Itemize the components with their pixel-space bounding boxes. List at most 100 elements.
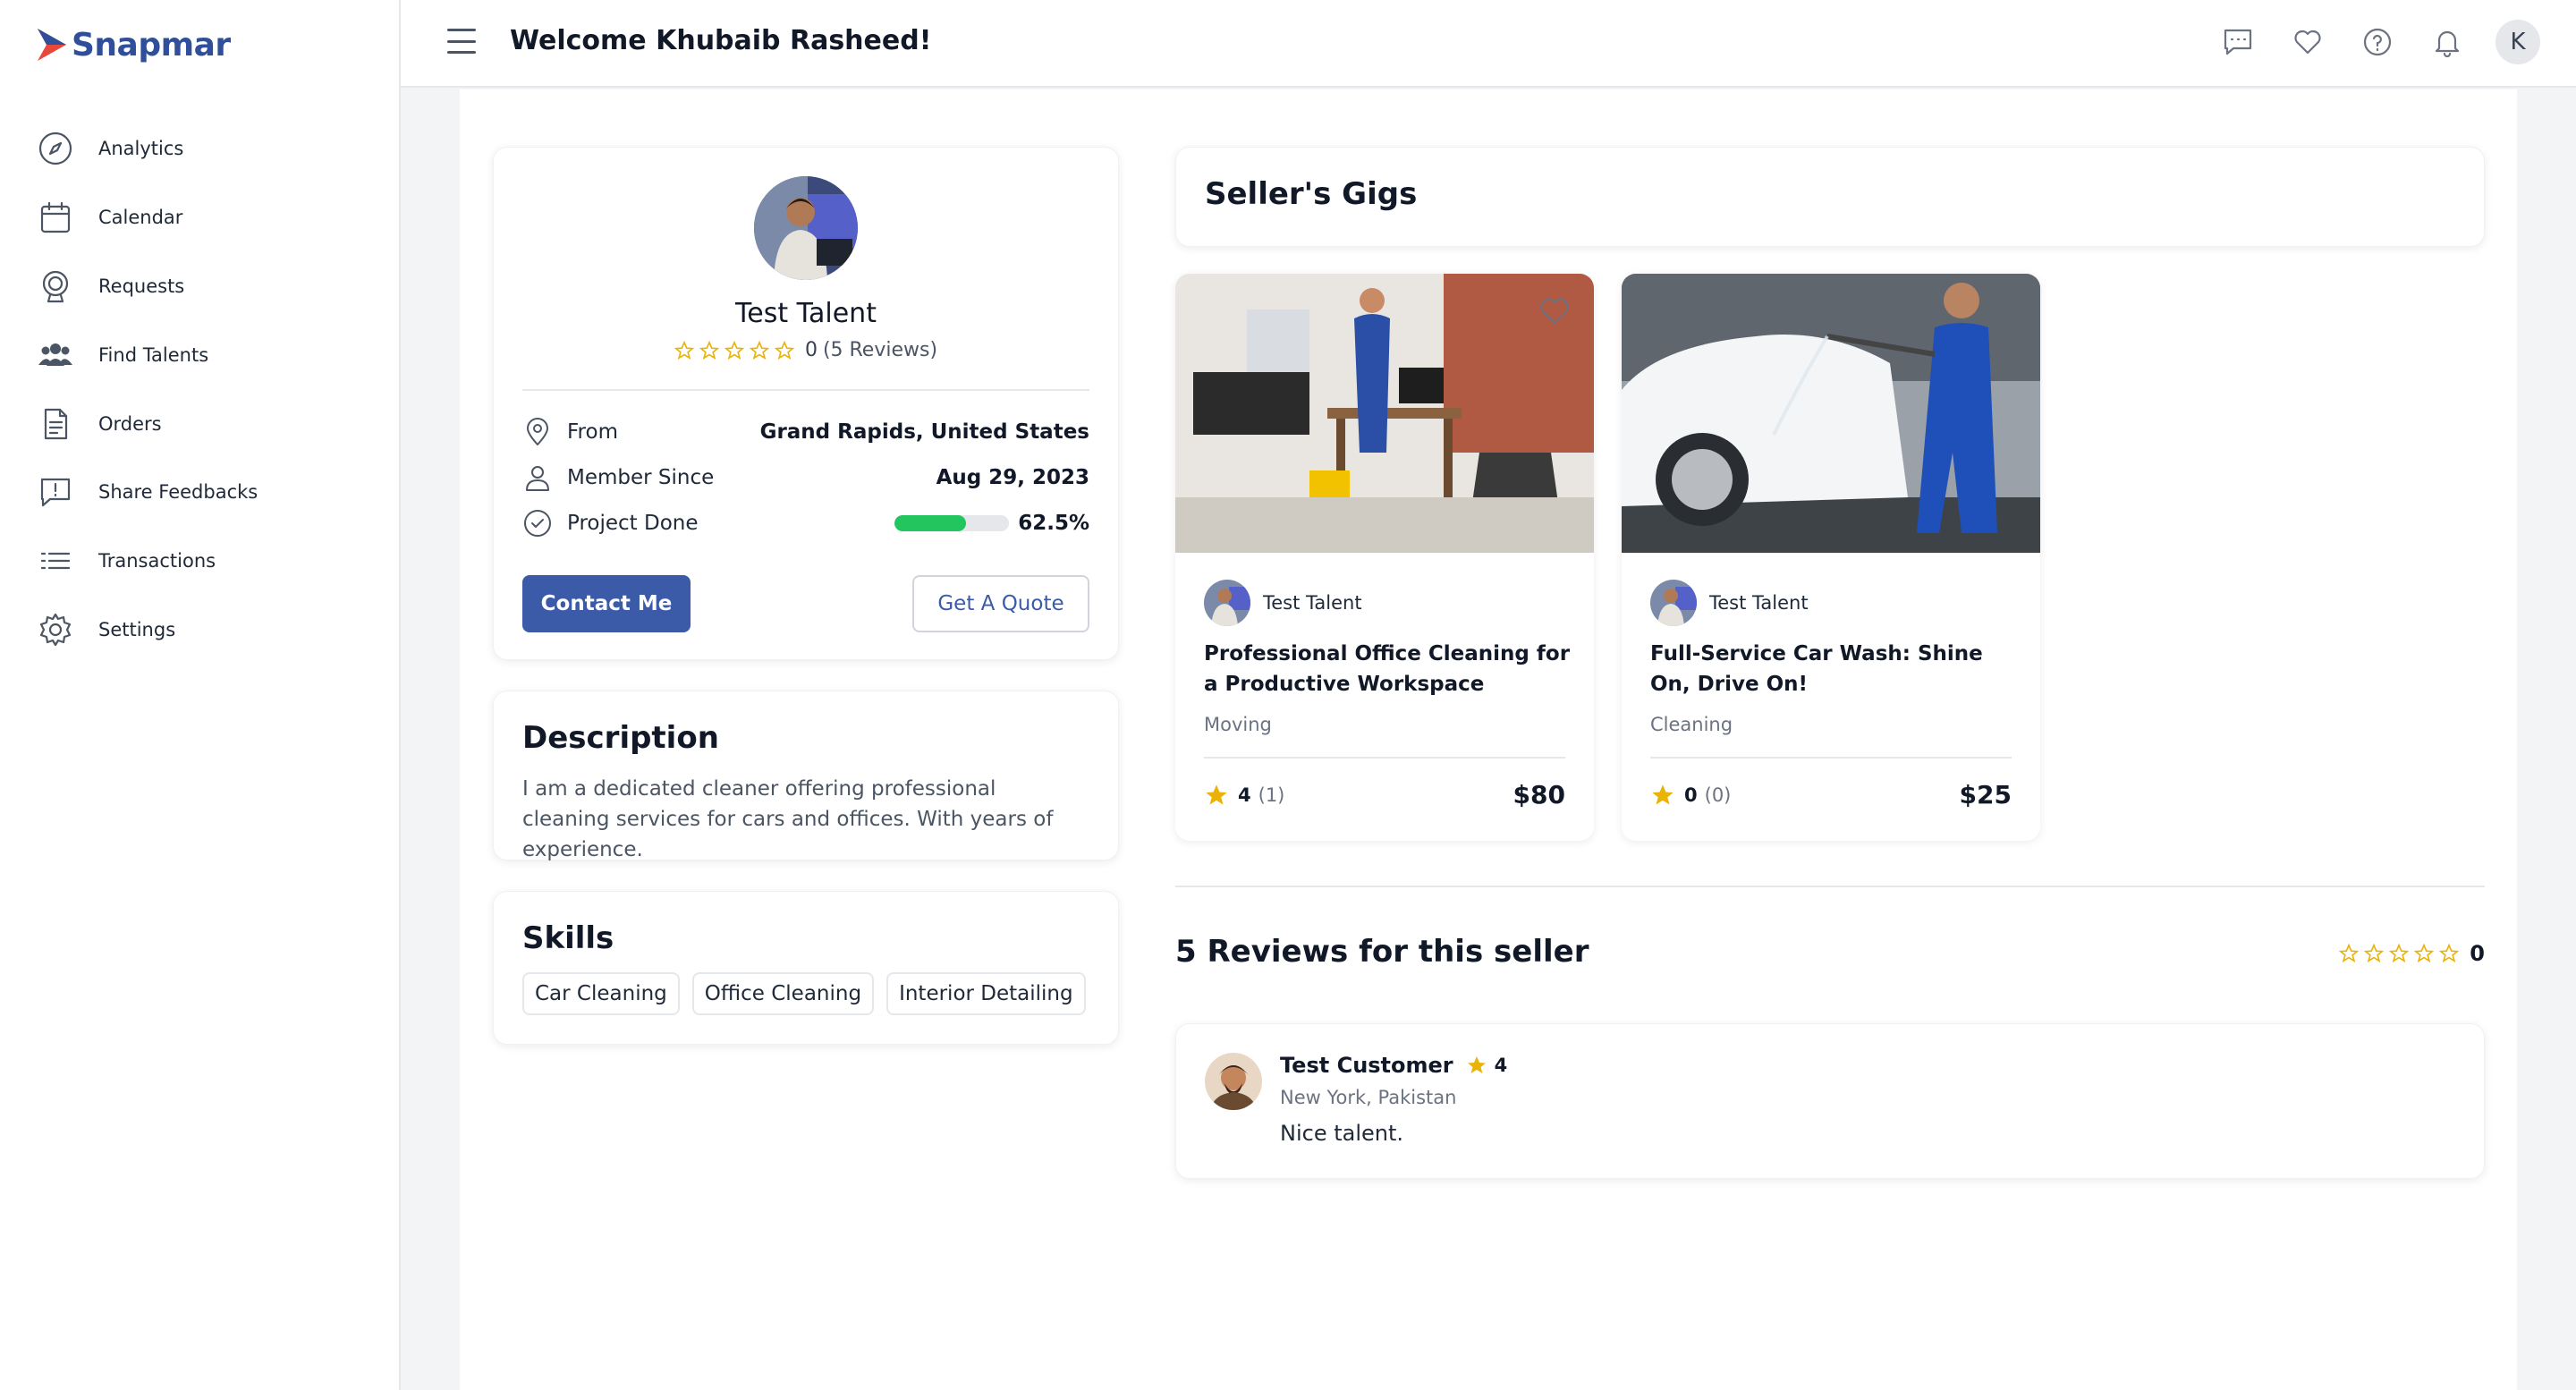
top-bar: Welcome Khubaib Rasheed! K	[401, 0, 2576, 88]
sidebar-item-find-talents[interactable]: Find Talents	[36, 320, 258, 389]
from-value: Grand Rapids, United States	[759, 420, 1089, 444]
sidebar-item-label: Analytics	[98, 138, 184, 160]
gig-seller: Test Talent	[1650, 580, 1809, 626]
review-card: Test Customer 4 New York, Pakistan Nice …	[1175, 1023, 2485, 1179]
gig-image	[1175, 274, 1594, 553]
compass-icon	[36, 129, 75, 168]
brand-name: Snapmar	[72, 26, 231, 64]
user-icon	[522, 462, 553, 493]
orders-icon	[36, 404, 75, 444]
sidebar-item-orders[interactable]: Orders	[36, 389, 258, 458]
bell-icon[interactable]	[2426, 21, 2469, 64]
gig-title[interactable]: Professional Office Cleaning for a Produ…	[1204, 639, 1571, 699]
sidebar-item-settings[interactable]: Settings	[36, 596, 258, 665]
member-since-label: Member Since	[567, 466, 715, 489]
sidebar-item-label: Transactions	[98, 550, 216, 572]
seller-avatar	[1650, 580, 1697, 626]
gig-rating: 0	[1684, 784, 1698, 806]
brand-logo[interactable]: Snapmar	[36, 25, 231, 64]
top-actions: K	[2216, 20, 2540, 64]
people-icon	[36, 335, 75, 375]
sidebar-item-share-feedbacks[interactable]: Share Feedbacks	[36, 458, 258, 527]
star-outline-icon	[2339, 944, 2360, 963]
gig-review-count: (1)	[1258, 784, 1285, 806]
reviewer-name: Test Customer	[1280, 1053, 1453, 1078]
gigs-title: Seller's Gigs	[1205, 176, 1418, 212]
menu-icon[interactable]	[447, 29, 476, 54]
star-filled-icon	[1467, 1056, 1486, 1073]
sidebar-item-label: Settings	[98, 618, 176, 640]
from-label: From	[567, 420, 618, 444]
star-outline-icon	[2389, 944, 2410, 963]
list-icon	[36, 541, 75, 581]
sidebar-item-calendar[interactable]: Calendar	[36, 183, 258, 252]
seller-name: Test Talent	[1709, 592, 1809, 614]
description-title: Description	[522, 720, 719, 756]
requests-icon	[36, 267, 75, 306]
gigs-header: Seller's Gigs	[1175, 147, 2485, 247]
gig-review-count: (0)	[1704, 784, 1732, 806]
seller-name: Test Talent	[1263, 592, 1362, 614]
feedback-icon	[36, 472, 75, 512]
gig-price: $25	[1959, 780, 2012, 809]
star-outline-icon	[2364, 944, 2385, 963]
sidebar-item-transactions[interactable]: Transactions	[36, 527, 258, 596]
gig-image	[1622, 274, 2040, 553]
reviewer-avatar	[1205, 1053, 1262, 1110]
progress-fill	[894, 515, 967, 531]
project-done-label: Project Done	[567, 512, 699, 535]
get-a-quote-button[interactable]: Get A Quote	[912, 575, 1089, 632]
skills-list: Car Cleaning Office Cleaning Interior De…	[522, 972, 1086, 1015]
messages-icon[interactable]	[2216, 21, 2259, 64]
skill-chip: Car Cleaning	[522, 972, 680, 1015]
page-title: Welcome Khubaib Rasheed!	[510, 25, 932, 56]
info-row-from: From Grand Rapids, United States	[522, 414, 1089, 450]
calendar-icon	[36, 198, 75, 237]
skill-chip: Interior Detailing	[886, 972, 1086, 1015]
seller-avatar	[1204, 580, 1250, 626]
sidebar-item-analytics[interactable]: Analytics	[36, 114, 258, 183]
star-outline-icon	[724, 340, 744, 360]
reviewer-location: New York, Pakistan	[1280, 1087, 1457, 1108]
gig-rating: 4	[1238, 784, 1251, 806]
divider	[1204, 757, 1565, 759]
sidebar-nav: Analytics Calendar Requests Find Talents…	[36, 114, 258, 664]
sidebar-item-label: Requests	[98, 275, 185, 297]
contact-me-button[interactable]: Contact Me	[522, 575, 691, 632]
logo-icon	[38, 29, 66, 61]
project-progress-bar	[894, 515, 1010, 531]
review-rating-value: 4	[1494, 1055, 1508, 1076]
gig-card[interactable]: Test Talent Full-Service Car Wash: Shine…	[1622, 274, 2040, 841]
reviews-count: (5 Reviews)	[822, 339, 938, 361]
reviews-overall-rating: 0	[2339, 941, 2485, 966]
favorite-heart-icon[interactable]	[1538, 295, 1571, 327]
sidebar-item-requests[interactable]: Requests	[36, 252, 258, 321]
sidebar: Snapmar Analytics Calendar Requests Find…	[0, 0, 401, 1390]
gear-icon	[36, 610, 75, 649]
skill-chip: Office Cleaning	[691, 972, 875, 1015]
sidebar-item-label: Orders	[98, 412, 162, 435]
help-icon[interactable]	[2356, 21, 2399, 64]
project-done-value: 62.5%	[1018, 512, 1089, 535]
sidebar-item-label: Calendar	[98, 207, 183, 229]
reviews-title: 5 Reviews for this seller	[1175, 934, 1589, 970]
profile-card: Test Talent 0 (5 Reviews) From Grand Rap…	[493, 147, 1119, 660]
star-outline-icon	[699, 340, 719, 360]
divider	[522, 389, 1089, 391]
check-circle-icon	[522, 508, 553, 538]
gig-card[interactable]: Test Talent Professional Office Cleaning…	[1175, 274, 1594, 841]
user-avatar[interactable]: K	[2496, 20, 2540, 64]
profile-name: Test Talent	[735, 298, 877, 329]
star-outline-icon	[2439, 944, 2460, 963]
gig-price: $80	[1513, 780, 1565, 809]
gig-title[interactable]: Full-Service Car Wash: Shine On, Drive O…	[1650, 639, 2017, 699]
review-rating: 4	[1466, 1055, 1508, 1076]
review-text: Nice talent.	[1280, 1121, 1404, 1146]
skills-card: Skills Car Cleaning Office Cleaning Inte…	[493, 891, 1119, 1045]
skills-title: Skills	[522, 920, 614, 956]
info-row-project-done: Project Done 62.5%	[522, 505, 1089, 541]
heart-icon[interactable]	[2286, 21, 2329, 64]
star-filled-icon	[1206, 784, 1227, 804]
location-pin-icon	[522, 417, 553, 447]
gig-footer: 0 (0) $25	[1650, 780, 2012, 809]
